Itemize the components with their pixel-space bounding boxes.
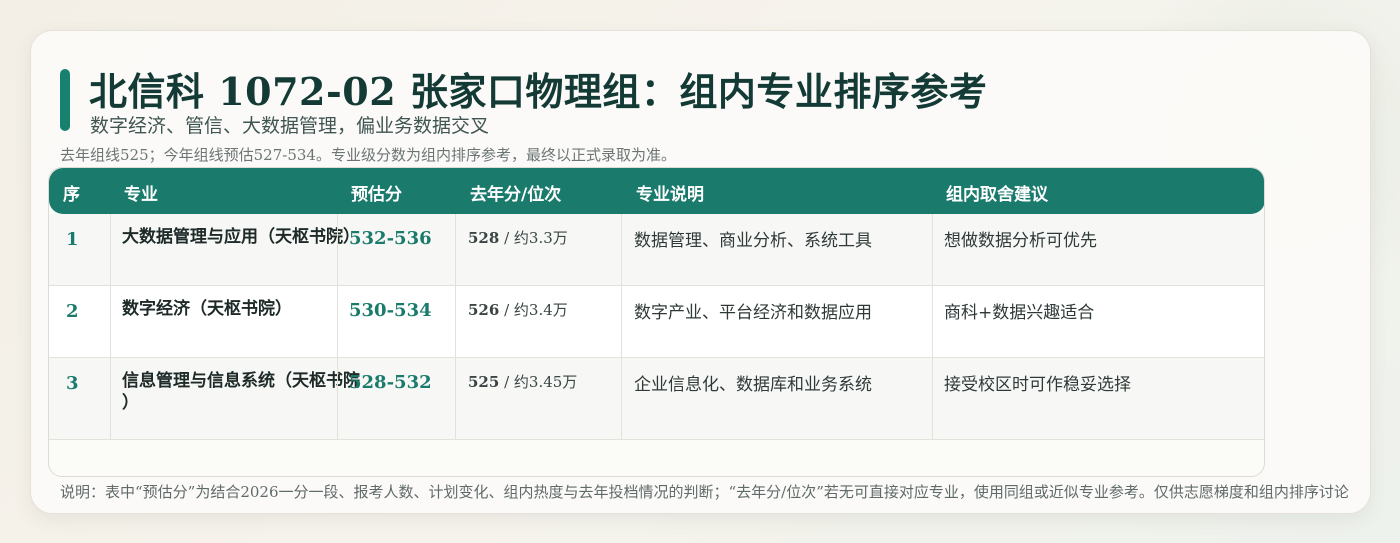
table-row: 1 大数据管理与应用（天枢书院） 532-536 528 / 约3.3万 数据管… bbox=[49, 214, 1264, 286]
col-header-description: 专业说明 bbox=[636, 185, 704, 205]
last-rank: 约3.45万 bbox=[513, 373, 578, 391]
row-index: 1 bbox=[66, 229, 79, 250]
major-description: 企业信息化、数据库和业务系统 bbox=[634, 375, 872, 395]
col-header-major: 专业 bbox=[124, 185, 158, 205]
last-score: 528 bbox=[468, 229, 500, 247]
major-name: 信息管理与信息系统（天枢书院） bbox=[122, 370, 360, 414]
last-rank: 约3.3万 bbox=[513, 229, 568, 247]
last-score: 526 bbox=[468, 301, 500, 319]
last-year-score: 525 / 约3.45万 bbox=[468, 371, 577, 392]
footer-note: 说明：表中“预估分”为结合2026一分一段、报考人数、计划变化、组内热度与去年投… bbox=[60, 483, 1349, 501]
page-subtitle: 数字经济、管信、大数据管理，偏业务数据交叉 bbox=[90, 115, 490, 137]
estimate-score: 528-532 bbox=[349, 372, 432, 393]
major-advice: 商科+数据兴趣适合 bbox=[944, 303, 1095, 323]
col-header-last-year: 去年分/位次 bbox=[470, 185, 562, 205]
major-name: 大数据管理与应用（天枢书院） bbox=[122, 227, 360, 247]
score-note: 去年组线525；今年组线预估527-534。专业级分数为组内排序参考，最终以正式… bbox=[60, 146, 676, 164]
row-index: 3 bbox=[66, 373, 79, 394]
score-separator: / bbox=[499, 229, 514, 247]
last-year-score: 528 / 约3.3万 bbox=[468, 227, 568, 248]
table-row: 3 信息管理与信息系统（天枢书院） 528-532 525 / 约3.45万 企… bbox=[49, 358, 1264, 440]
page-title: 北信科 1072-02 张家口物理组：组内专业排序参考 bbox=[89, 69, 988, 114]
column-divider bbox=[110, 214, 111, 439]
major-description: 数字产业、平台经济和数据应用 bbox=[634, 303, 872, 323]
column-divider bbox=[932, 214, 933, 439]
col-header-estimate: 预估分 bbox=[351, 185, 402, 205]
major-description: 数据管理、商业分析、系统工具 bbox=[634, 231, 872, 251]
last-score: 525 bbox=[468, 373, 500, 391]
major-name: 数字经济（天枢书院） bbox=[122, 299, 292, 319]
major-table: 序 专业 预估分 去年分/位次 专业说明 组内取舍建议 1 大数据管理与应用（天… bbox=[48, 167, 1265, 477]
content-card: 北信科 1072-02 张家口物理组：组内专业排序参考 数字经济、管信、大数据管… bbox=[30, 30, 1371, 514]
score-separator: / bbox=[499, 373, 514, 391]
major-advice: 接受校区时可作稳妥选择 bbox=[944, 375, 1131, 395]
title-accent-bar bbox=[60, 69, 70, 131]
major-name-line2: ） bbox=[122, 393, 139, 413]
major-name-line1: 信息管理与信息系统（天枢书院 bbox=[122, 371, 360, 391]
score-separator: / bbox=[499, 301, 514, 319]
column-divider bbox=[337, 214, 338, 439]
estimate-score: 530-534 bbox=[349, 300, 432, 321]
row-index: 2 bbox=[66, 301, 79, 322]
table-row: 2 数字经济（天枢书院） 530-534 526 / 约3.4万 数字产业、平台… bbox=[49, 286, 1264, 358]
col-header-advice: 组内取舍建议 bbox=[946, 185, 1048, 205]
last-rank: 约3.4万 bbox=[513, 301, 568, 319]
col-header-index: 序 bbox=[63, 185, 80, 205]
column-divider bbox=[455, 214, 456, 439]
last-year-score: 526 / 约3.4万 bbox=[468, 299, 568, 320]
estimate-score: 532-536 bbox=[349, 228, 432, 249]
column-divider bbox=[621, 214, 622, 439]
table-header: 序 专业 预估分 去年分/位次 专业说明 组内取舍建议 bbox=[49, 168, 1264, 214]
major-advice: 想做数据分析可优先 bbox=[944, 231, 1097, 251]
